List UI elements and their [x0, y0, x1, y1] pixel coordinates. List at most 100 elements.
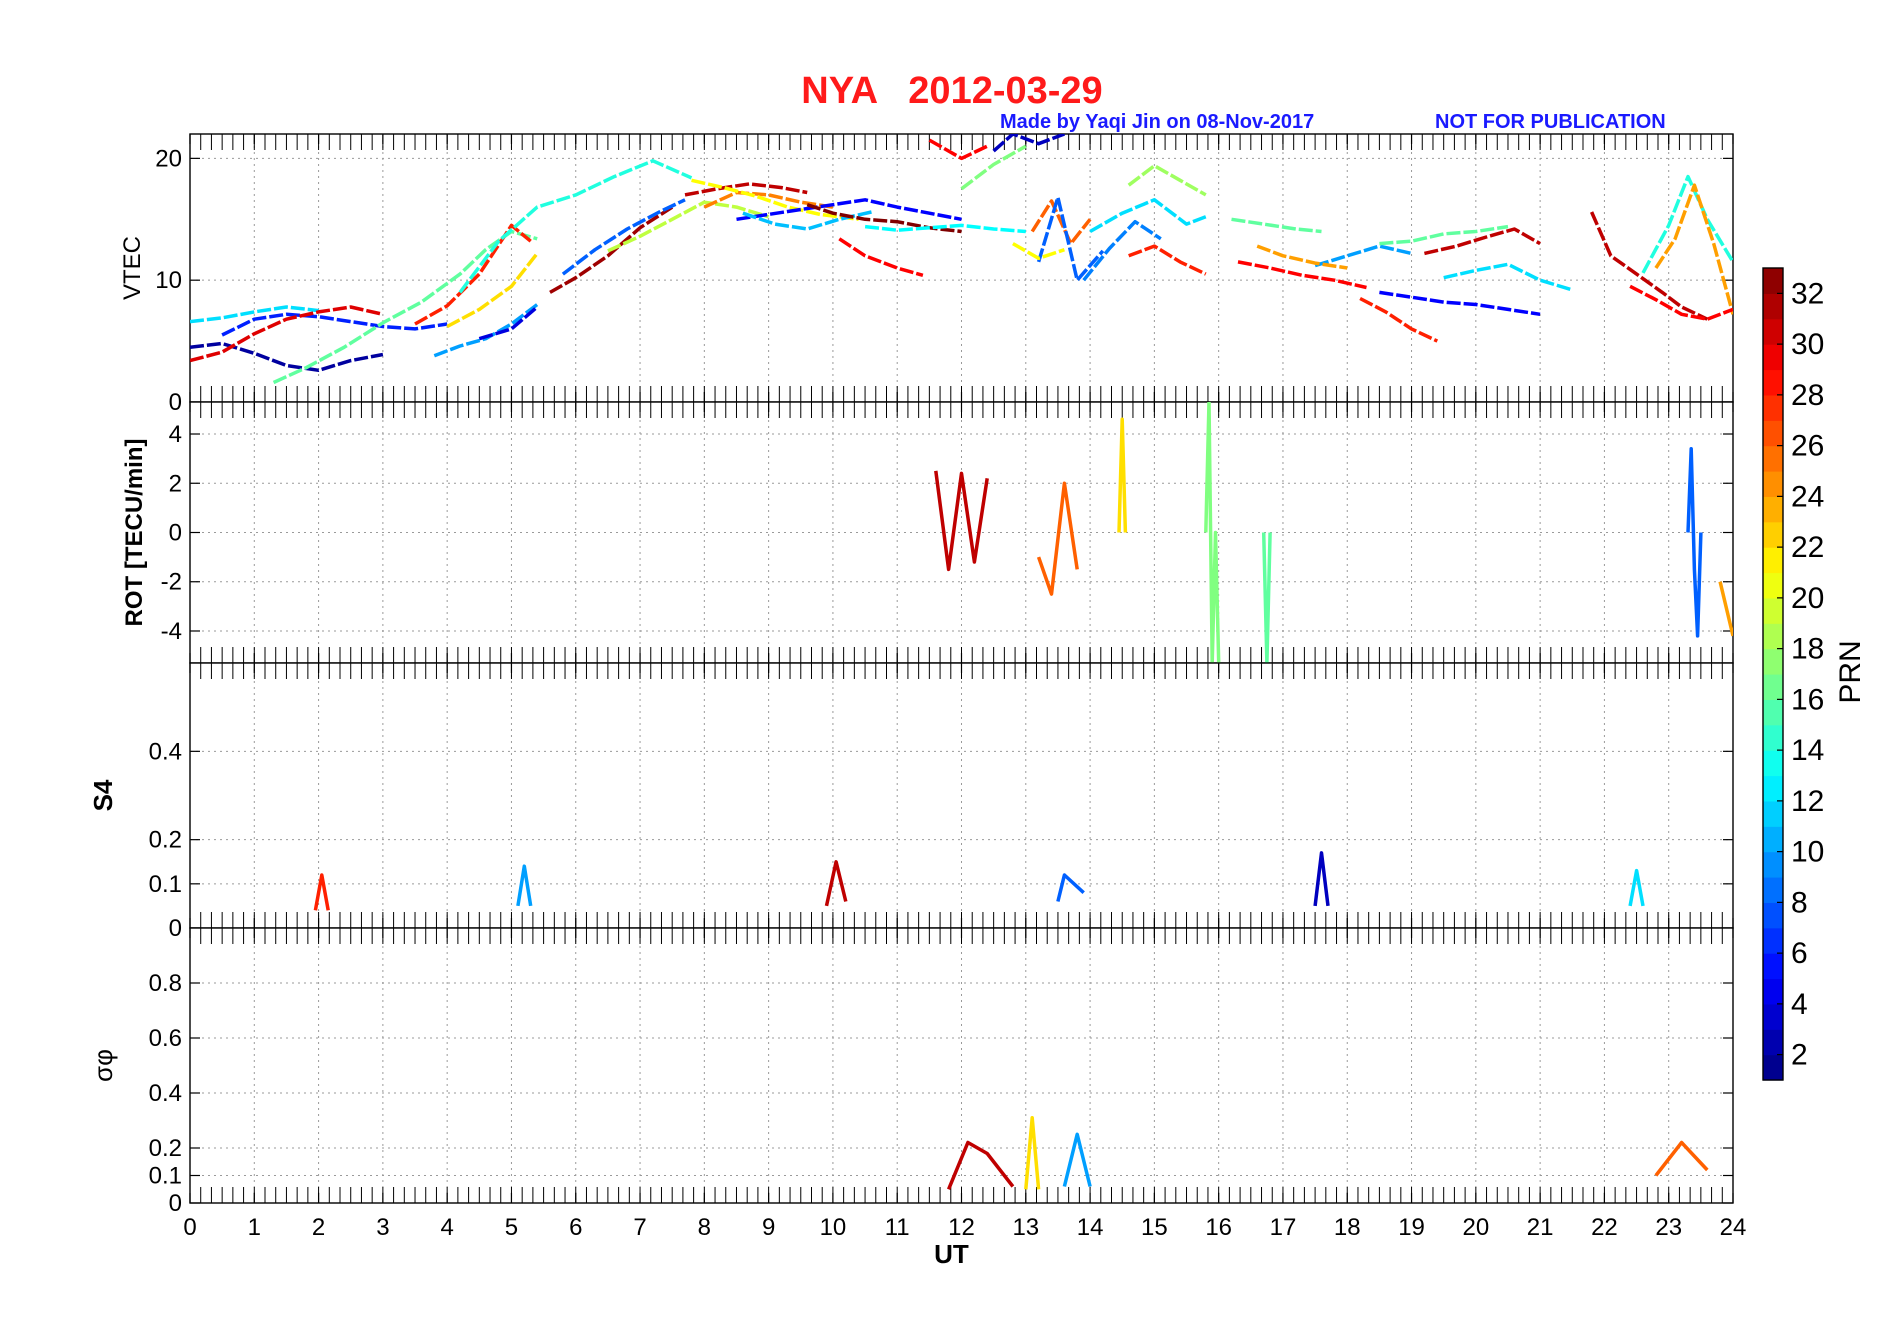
colorbar-tick-label: 6 — [1791, 937, 1808, 970]
x-tick-label: 18 — [1334, 1214, 1361, 1241]
colorbar-segment — [1763, 699, 1783, 726]
panel-rot: -4 -2 0 2 4 ROT [TECU/min] — [121, 401, 1734, 664]
colorbar-segment — [1763, 851, 1783, 878]
x-tick-label: 9 — [762, 1214, 775, 1241]
colorbar-segment — [1763, 775, 1783, 802]
y-axis-label: VTEC — [119, 236, 146, 300]
y-tick-label: 0.8 — [149, 970, 182, 997]
colorbar-tick-label: 14 — [1791, 734, 1824, 767]
colorbar-tick-label: 20 — [1791, 582, 1824, 615]
colorbar-segment — [1763, 344, 1783, 371]
colorbar-segment — [1763, 724, 1783, 751]
colorbar-segment — [1763, 1054, 1783, 1081]
colorbar-segment — [1763, 318, 1783, 345]
colorbar-segment — [1763, 1029, 1783, 1056]
y-tick-label: 0.2 — [149, 1135, 182, 1162]
y-tick-label: 0.4 — [149, 1080, 182, 1107]
colorbar-segment — [1763, 394, 1783, 421]
colorbar-segment — [1763, 877, 1783, 903]
y-tick-label: -4 — [161, 618, 182, 645]
colorbar-segment — [1763, 496, 1783, 523]
x-tick-label: 2 — [312, 1214, 325, 1241]
prn-colorbar: 2468101214161820222426283032PRN — [1762, 267, 1867, 1081]
y-tick-label: 0 — [169, 915, 182, 942]
x-tick-label: 23 — [1655, 1214, 1682, 1241]
y-axis-label: S4 — [88, 779, 118, 811]
colorbar-tick-label: 2 — [1791, 1039, 1808, 1072]
colorbar-tick-label: 8 — [1791, 886, 1808, 919]
x-tick-label: 21 — [1527, 1214, 1554, 1241]
colorbar-segment — [1763, 800, 1783, 827]
y-tick-label: 10 — [155, 267, 182, 294]
colorbar-segment — [1763, 471, 1783, 497]
x-tick-label: 22 — [1591, 1214, 1618, 1241]
publication-notice: NOT FOR PUBLICATION — [1435, 111, 1666, 133]
x-tick-label: 11 — [885, 1214, 910, 1241]
plot-frame — [189, 401, 1734, 664]
y-tick-label: 0.4 — [149, 738, 182, 765]
x-tick-label: 13 — [1012, 1214, 1039, 1241]
colorbar-tick-label: 32 — [1791, 277, 1824, 310]
x-tick-label: 12 — [948, 1214, 975, 1241]
colorbar-segment — [1763, 369, 1783, 396]
x-tick-label: 4 — [440, 1214, 453, 1241]
colorbar-tick-label: 10 — [1791, 836, 1824, 869]
x-tick-label: 24 — [1720, 1214, 1747, 1241]
y-tick-label: 0.1 — [149, 1163, 182, 1190]
x-tick-label: 15 — [1141, 1214, 1168, 1241]
y-tick-label: 0 — [169, 520, 182, 547]
colorbar-tick-label: 26 — [1791, 430, 1824, 463]
colorbar-segment — [1763, 597, 1783, 624]
colorbar-tick-label: 12 — [1791, 785, 1824, 818]
colorbar-segment — [1763, 902, 1783, 929]
panel-sigma-phi: 00.10.20.40.60.8σφ0 1 2 3 4 5 6 7 8 9 10 11 12 13 14 15… — [88, 927, 1747, 1269]
colorbar-segment — [1763, 445, 1783, 472]
colorbar-segment — [1763, 978, 1783, 1005]
x-tick-label: 16 — [1205, 1214, 1232, 1241]
colorbar-segment — [1763, 547, 1783, 574]
panels: 01020VTEC-4-2024ROT [TECU/min]00.10.20.4… — [88, 133, 1747, 1269]
colorbar-segment — [1763, 927, 1783, 954]
x-tick-label: 19 — [1398, 1214, 1425, 1241]
x-tick-label: 14 — [1077, 1214, 1104, 1241]
y-tick-label: 4 — [169, 421, 182, 448]
colorbar-segment — [1763, 648, 1783, 675]
y-axis-label: σφ — [88, 1049, 118, 1082]
colorbar-segment — [1763, 674, 1783, 700]
colorbar-segment — [1763, 623, 1783, 650]
colorbar-tick-label: 18 — [1791, 633, 1824, 666]
colorbar-segment — [1763, 268, 1783, 294]
y-tick-label: 0.6 — [149, 1025, 182, 1052]
x-tick-label: 3 — [376, 1214, 389, 1241]
colorbar-tick-label: 16 — [1791, 683, 1824, 716]
colorbar-segment — [1763, 750, 1783, 777]
colorbar-segment — [1763, 572, 1783, 599]
x-tick-label: 7 — [633, 1214, 646, 1241]
colorbar-label: PRN — [1834, 640, 1867, 703]
x-axis-label: UT — [934, 1239, 969, 1269]
y-tick-label: -2 — [161, 569, 182, 596]
figure: NYA 2012-03-29 Made by Yaqi Jin on 08-No… — [88, 70, 1867, 1269]
y-tick-label: 20 — [155, 145, 182, 172]
colorbar-tick-label: 22 — [1791, 531, 1824, 564]
x-tick-label: 20 — [1462, 1214, 1489, 1241]
y-tick-label: 0 — [169, 389, 182, 416]
colorbar-tick-label: 28 — [1791, 379, 1824, 412]
x-tick-label: 17 — [1270, 1214, 1297, 1241]
colorbar-tick-label: 24 — [1791, 480, 1824, 513]
x-tick-label: 6 — [569, 1214, 582, 1241]
y-tick-label: 2 — [169, 470, 182, 497]
x-tick-label: 8 — [698, 1214, 711, 1241]
colorbar-segment — [1763, 953, 1783, 980]
colorbar-segment — [1763, 293, 1783, 320]
x-tick-label: 1 — [248, 1214, 261, 1241]
panel-vtec: 0 10 20 VTEC — [119, 133, 1734, 416]
colorbar-tick-label: 4 — [1791, 988, 1808, 1021]
figure-title: NYA 2012-03-29 — [801, 70, 1102, 112]
colorbar-segment — [1763, 521, 1783, 548]
x-tick-label: 10 — [820, 1214, 847, 1241]
colorbar-segment — [1763, 1003, 1783, 1030]
y-tick-label: 0 — [169, 1190, 182, 1217]
y-tick-label: 0.2 — [149, 827, 182, 854]
x-tick-label: 0 — [183, 1214, 196, 1241]
